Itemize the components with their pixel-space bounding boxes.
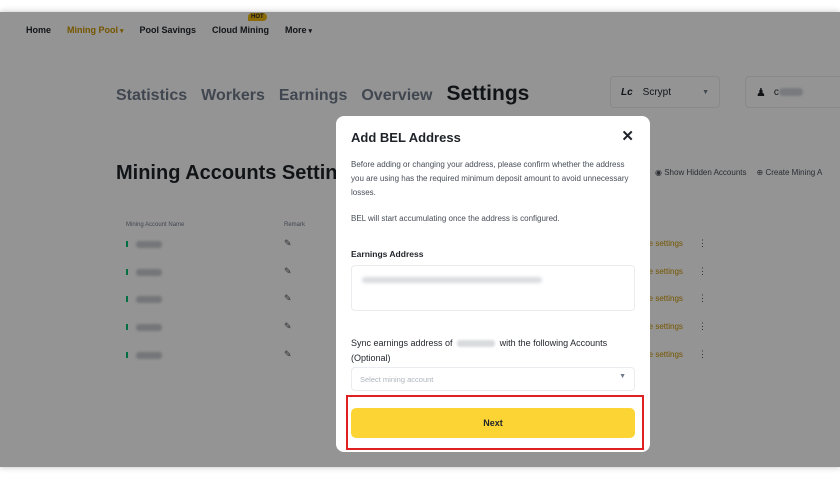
earnings-address-input[interactable] (351, 265, 635, 311)
address-value-blurred (362, 277, 542, 283)
sync-label-prefix: Sync earnings address of (351, 338, 453, 348)
close-icon[interactable]: ✕ (621, 127, 634, 145)
modal-note: BEL will start accumulating once the add… (351, 214, 560, 223)
account-name-blurred (457, 340, 496, 348)
next-button[interactable]: Next (351, 408, 635, 438)
earnings-address-label: Earnings Address (351, 249, 424, 259)
sync-accounts-label: Sync earnings address of with the follow… (351, 336, 641, 366)
mining-account-select[interactable]: Select mining account ▼ (351, 367, 635, 391)
add-address-modal: Add BEL Address ✕ Before adding or chang… (336, 116, 650, 452)
modal-description: Before adding or changing your address, … (351, 160, 629, 197)
app-frame: Home Mining Pool ▾ Pool Savings Cloud Min… (0, 12, 840, 467)
chevron-down-icon: ▼ (619, 373, 626, 380)
select-placeholder: Select mining account (360, 375, 434, 384)
modal-title: Add BEL Address (351, 130, 461, 145)
